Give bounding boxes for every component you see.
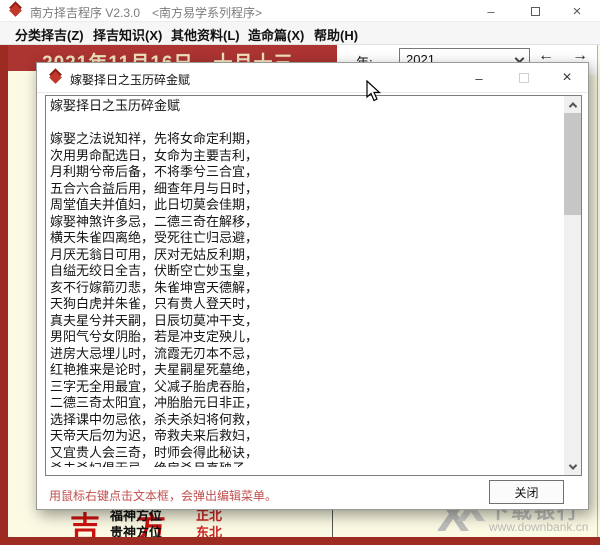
maximize-icon <box>530 6 540 16</box>
chevron-up-icon <box>568 101 577 111</box>
scrollbar-thumb[interactable] <box>564 113 581 215</box>
marriage-date-selection-dialog: 嫁娶择日之玉历碎金赋 – × 嫁娶择日之玉历碎金赋 嫁娶之法说知祥，先将女命定利… <box>36 62 589 510</box>
fortune-god-label: 福神方位 <box>110 508 163 523</box>
window-maximize-button[interactable] <box>520 0 550 22</box>
window-close-button[interactable]: × <box>562 0 592 22</box>
scroll-down-button[interactable] <box>564 458 581 475</box>
window-frame-left <box>0 45 8 545</box>
window-frame-right <box>597 45 598 537</box>
menu-item-classified-date-selection[interactable]: 分类择吉(Z) <box>15 25 84 43</box>
dialog-close-button[interactable]: × <box>550 63 584 93</box>
app-title: 南方择吉程序 V2.3.0 <南方易学系列程序> <box>30 6 263 20</box>
right-click-hint-text: 用鼠标右键点击文本框，会弹出编辑菜单。 <box>49 489 278 503</box>
dialog-logo-icon <box>49 71 62 84</box>
dialog-maximize-button[interactable] <box>507 63 541 93</box>
vertical-scrollbar[interactable] <box>564 96 581 475</box>
chevron-down-icon <box>568 460 577 470</box>
window-frame-bottom <box>0 537 600 545</box>
menu-item-date-selection-knowledge[interactable]: 择吉知识(X) <box>93 25 162 43</box>
menu-item-help[interactable]: 帮助(H) <box>314 25 358 43</box>
window-minimize-button[interactable]: – <box>476 0 506 22</box>
app-logo-icon <box>9 4 22 17</box>
dialog-title: 嫁娶择日之玉历碎金赋 <box>70 73 191 87</box>
dialog-minimize-button[interactable]: – <box>462 63 496 93</box>
scripture-text-clip: 嫁娶择日之玉历碎金赋 嫁娶之法说知祥，先将女命定利期， 次用男命配选日，女命为主… <box>46 96 562 467</box>
watermark-url: www.downbank.cn <box>489 520 589 534</box>
maximize-icon <box>519 73 529 83</box>
mouse-cursor-icon <box>366 79 382 107</box>
close-button[interactable]: 关闭 <box>489 480 564 504</box>
menu-item-other-materials[interactable]: 其他资料(L) <box>171 25 240 43</box>
menu-item-fate-making[interactable]: 造命篇(X) <box>248 25 304 43</box>
menu-bar: 分类择吉(Z) 择吉知识(X) 其他资料(L) 造命篇(X) 帮助(H) <box>0 22 600 45</box>
scripture-text-box[interactable]: 嫁娶择日之玉历碎金赋 嫁娶之法说知祥，先将女命定利期， 次用男命配选日，女命为主… <box>45 95 582 476</box>
scroll-up-button[interactable] <box>564 96 581 113</box>
fortune-god-value: 正北 <box>196 508 223 523</box>
scripture-text[interactable]: 嫁娶择日之玉历碎金赋 嫁娶之法说知祥，先将女命定利期， 次用男命配选日，女命为主… <box>46 96 562 467</box>
app-window: 南方择吉程序 V2.3.0 <南方易学系列程序> – × 分类择吉(Z) 择吉知… <box>0 0 600 545</box>
dialog-titlebar[interactable]: 嫁娶择日之玉历碎金赋 – × <box>37 63 588 93</box>
main-titlebar: 南方择吉程序 V2.3.0 <南方易学系列程序> – × <box>0 0 600 22</box>
